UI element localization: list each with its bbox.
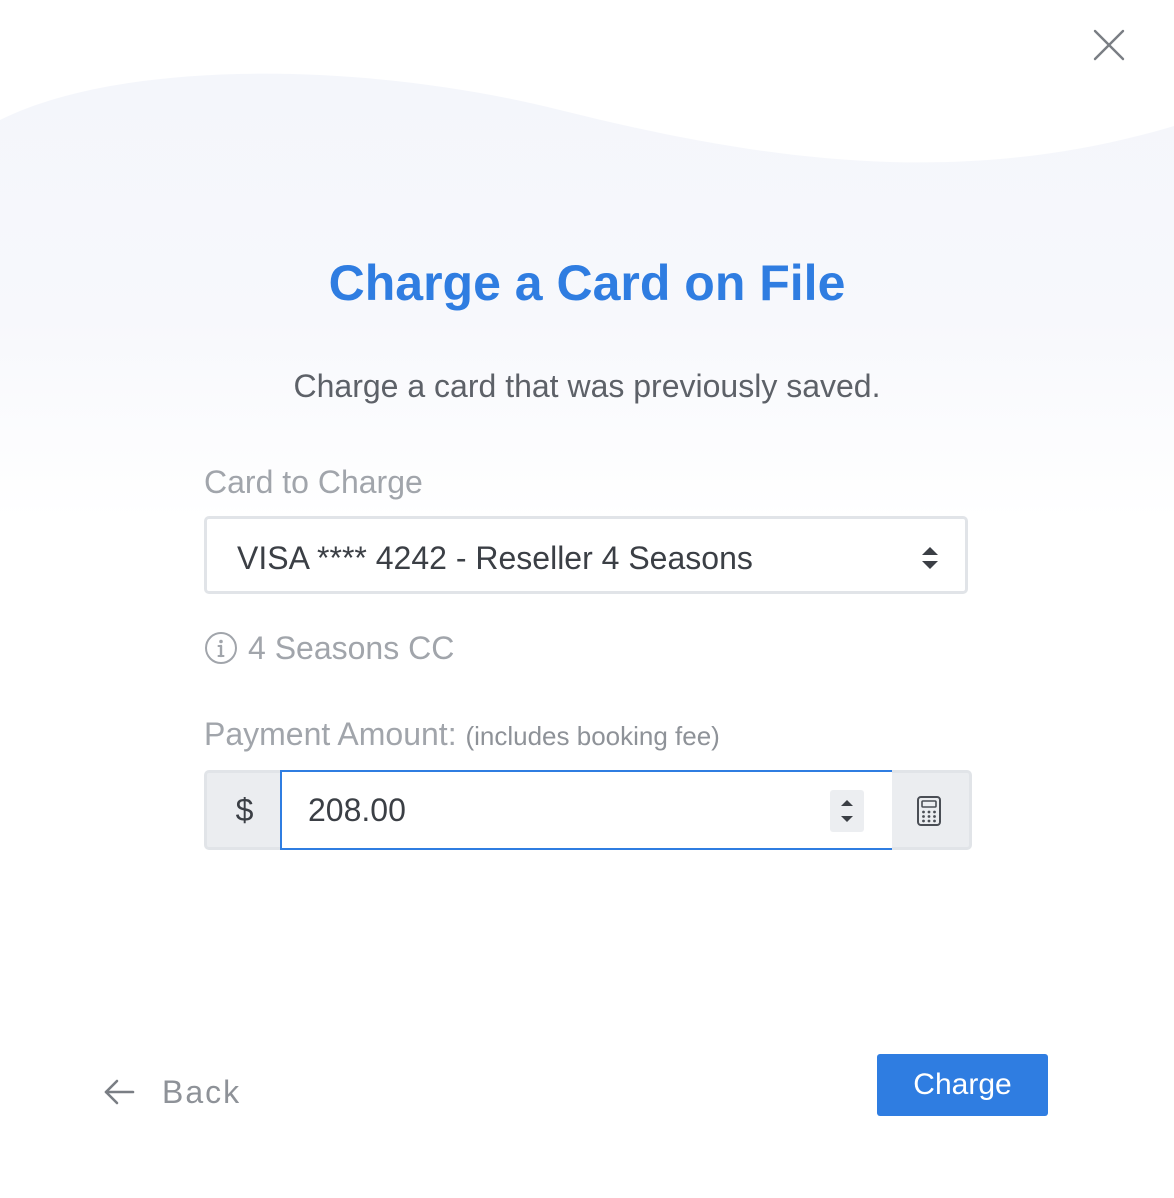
sort-arrows-icon [922,547,938,569]
amount-stepper[interactable] [830,790,864,832]
calculator-button[interactable] [892,770,972,850]
payment-amount-label-text: Payment Amount: [204,716,457,752]
back-button[interactable]: Back [102,1072,241,1112]
card-hint-text: 4 Seasons CC [248,630,455,666]
modal-subtitle: Charge a card that was previously saved. [293,368,881,404]
arrow-left-icon [104,1079,135,1105]
card-to-charge-label: Card to Charge [204,464,423,500]
close-icon [1093,29,1125,61]
payment-amount-note: (includes booking fee) [465,721,720,751]
info-icon [205,632,237,664]
amount-input-group: $ [204,770,972,850]
card-select[interactable]: VISA **** 4242 - Reseller 4 Seasons [204,516,968,594]
back-label: Back [162,1074,242,1110]
stepper-arrows-icon [841,800,853,822]
card-hint: 4 Seasons CC [204,628,454,668]
calculator-icon [917,796,941,826]
amount-input[interactable] [282,772,822,848]
payment-amount-label: Payment Amount: (includes booking fee) [204,714,720,756]
charge-button[interactable]: Charge [877,1054,1048,1116]
charge-card-modal: Charge a Card on File Charge a card that… [0,0,1174,1198]
amount-field-wrapper [280,770,894,850]
modal-title: Charge a Card on File [328,255,846,311]
currency-prefix: $ [204,770,282,850]
card-select-value: VISA **** 4242 - Reseller 4 Seasons [237,540,753,576]
close-button[interactable] [1088,24,1130,66]
